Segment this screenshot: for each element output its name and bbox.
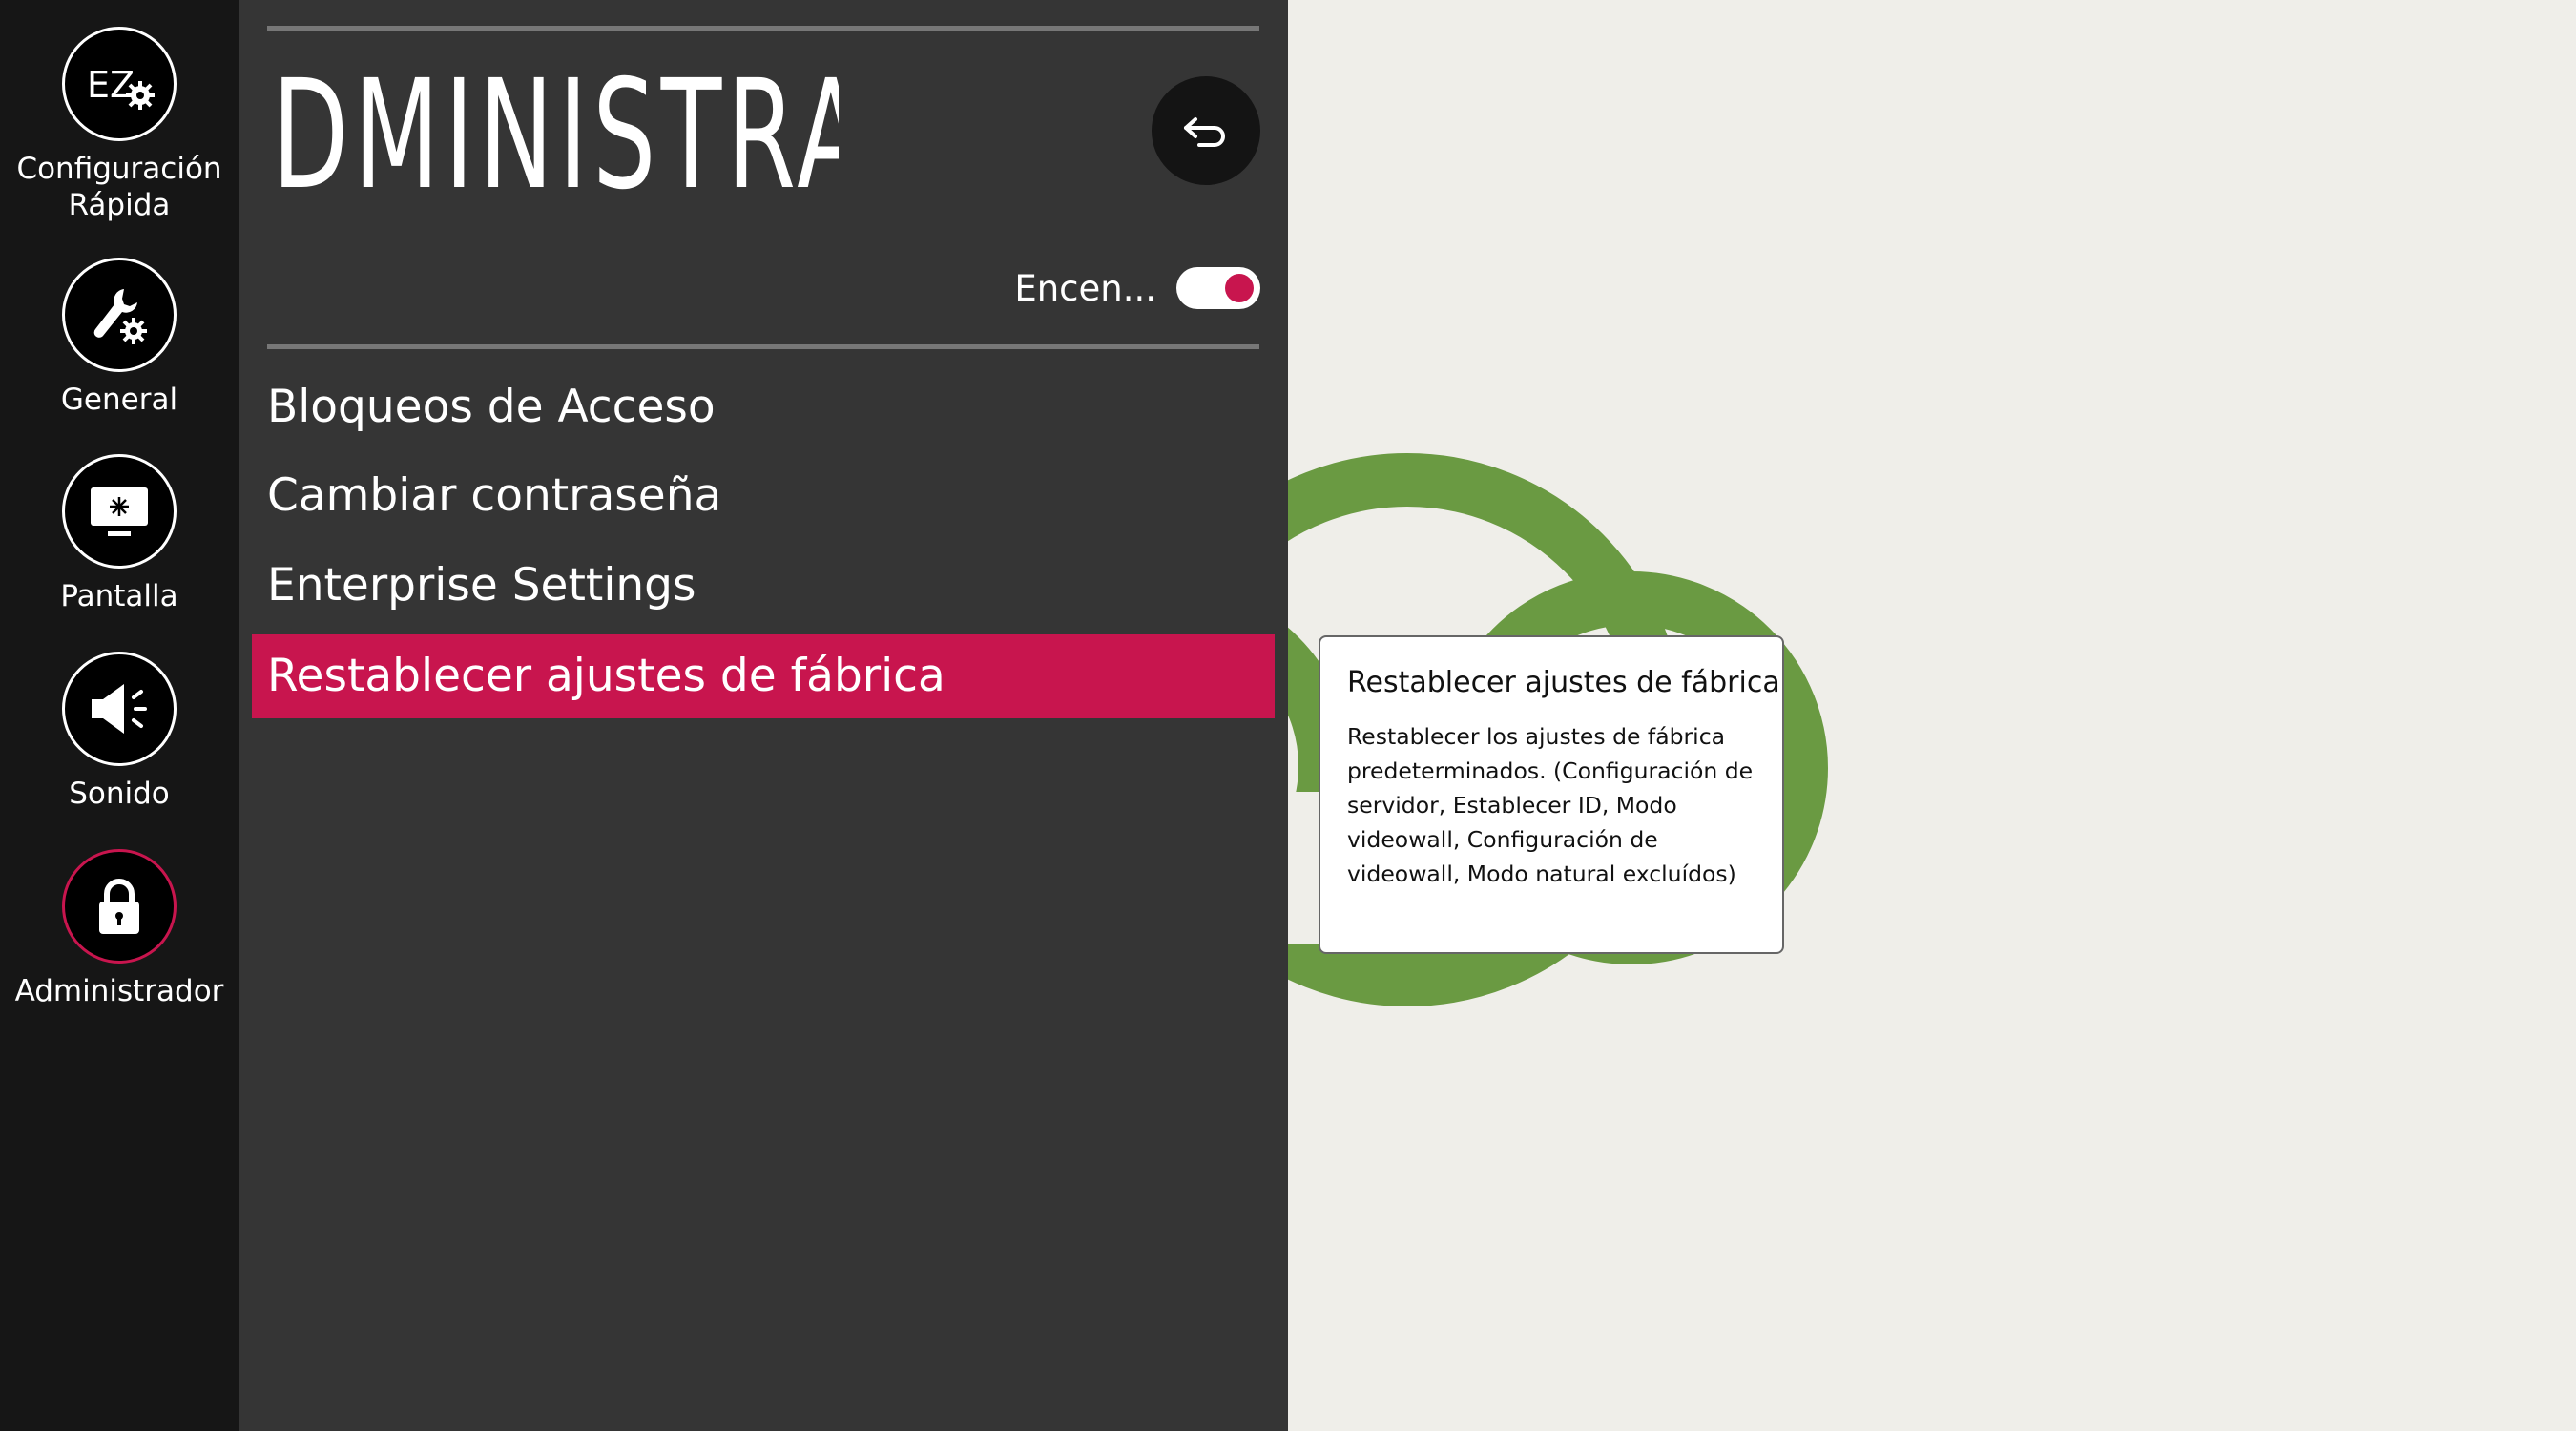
sidebar-item-display[interactable]: Pantalla [0,454,239,614]
monitor-icon [62,454,177,569]
menu-item-change-password[interactable]: Cambiar contraseña [252,454,1275,538]
back-button[interactable] [1152,76,1260,185]
tooltip-title: Restablecer ajustes de fábrica [1347,666,1780,699]
help-tooltip: Restablecer ajustes de fábrica Restablec… [1319,635,1784,954]
sidebar-item-label: Administrador [14,974,224,1008]
middle-divider [267,344,1259,349]
lock-icon [62,849,177,964]
menu-item-enterprise-settings[interactable]: Enterprise Settings [252,544,1275,628]
toggle-knob [1225,274,1254,302]
sidebar-item-label: Sonido [69,777,170,811]
wrench-gear-icon [62,258,177,372]
sidebar-item-general[interactable]: General [0,258,239,418]
top-divider [267,26,1259,31]
page-title: DMINISTRADOR [272,59,839,212]
menu-item-factory-reset[interactable]: Restablecer ajustes de fábrica [252,634,1275,718]
tooltip-description: Restablecer los ajustes de fábrica prede… [1347,723,1754,887]
menu-item-access-locks[interactable]: Bloqueos de Acceso [252,365,1275,449]
sidebar-item-label: Configuración Rápida [16,152,222,222]
speaker-icon [62,652,177,766]
ez-setup-icon: EZ [62,27,177,141]
sidebar-item-sound[interactable]: Sonido [0,652,239,812]
sidebar-item-label: Pantalla [60,579,178,613]
sidebar-item-label: General [60,383,178,417]
ez-text: EZ [87,64,135,106]
power-toggle[interactable] [1176,267,1260,309]
back-arrow-icon [1184,117,1225,147]
sidebar-item-admin[interactable]: Administrador [0,849,239,1009]
toggle-label: Encen... [1014,268,1156,309]
sidebar-item-quick-setup[interactable]: EZ Configuración Rápida [0,27,239,223]
category-sidebar: EZ Configuración Rápida General Pantalla… [0,0,239,1431]
